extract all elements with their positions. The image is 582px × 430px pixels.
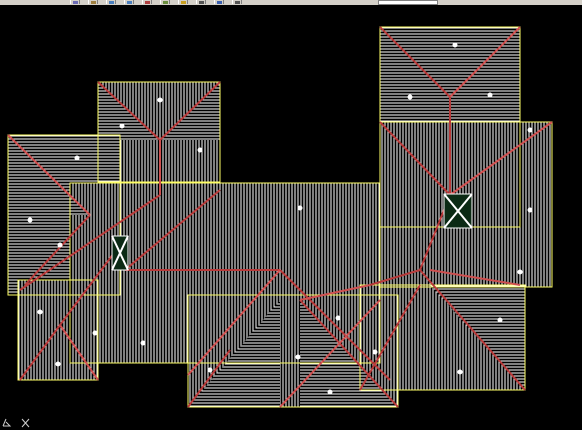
ortho-icon <box>235 1 240 4</box>
slope-marker <box>207 367 213 373</box>
zoom-previous-icon <box>127 1 132 4</box>
help-icon <box>217 1 222 4</box>
help-button[interactable] <box>214 0 224 4</box>
grid-icon <box>73 1 78 4</box>
pan-icon <box>91 1 96 4</box>
slope-marker <box>457 369 463 375</box>
slope-marker <box>92 330 98 336</box>
slope-marker <box>497 317 503 323</box>
snap-button[interactable] <box>142 0 152 4</box>
slope-marker <box>119 123 125 129</box>
slope-marker <box>452 42 458 48</box>
ucs-axis-icon <box>2 418 30 428</box>
slope-marker <box>37 309 43 315</box>
zoom-window-icon <box>109 1 114 4</box>
redo-button[interactable] <box>196 0 206 4</box>
properties-button[interactable] <box>160 0 170 4</box>
slope-marker <box>197 147 203 153</box>
zoom-previous-button[interactable] <box>124 0 134 4</box>
snap-icon <box>145 1 150 4</box>
slope-marker <box>407 94 413 100</box>
slope-marker <box>74 155 80 161</box>
slope-marker <box>297 205 303 211</box>
grid-button[interactable] <box>70 0 80 4</box>
pan-button[interactable] <box>88 0 98 4</box>
slope-marker <box>140 340 146 346</box>
properties-icon <box>163 1 168 4</box>
slope-marker <box>327 389 333 395</box>
slope-marker <box>372 349 378 355</box>
redo-icon <box>199 1 204 4</box>
slope-marker <box>517 269 523 275</box>
slope-marker <box>527 127 533 133</box>
layer-icon <box>181 1 186 4</box>
roof-plan-canvas[interactable] <box>0 5 582 410</box>
ortho-button[interactable] <box>232 0 242 4</box>
slope-marker <box>157 97 163 103</box>
slope-marker <box>487 92 493 98</box>
zoom-window-button[interactable] <box>106 0 116 4</box>
layer-button[interactable] <box>178 0 188 4</box>
slope-marker <box>295 354 301 360</box>
slope-marker <box>527 207 533 213</box>
slope-marker <box>27 217 33 223</box>
slope-marker <box>55 361 61 367</box>
slope-marker <box>57 242 63 248</box>
slope-marker <box>335 315 341 321</box>
